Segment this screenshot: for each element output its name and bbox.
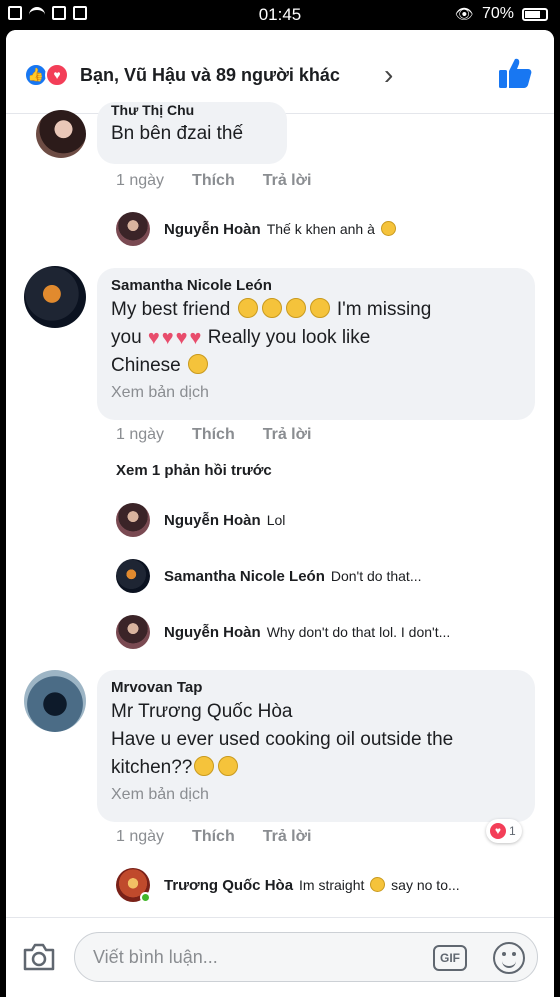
- comment-time: 1 ngày: [116, 828, 165, 845]
- chevron-right-icon[interactable]: ›: [384, 59, 393, 91]
- love-reaction-icon: ♥: [45, 63, 69, 87]
- avatar[interactable]: [116, 503, 150, 537]
- reply-button[interactable]: Trả lời: [263, 172, 312, 190]
- see-previous-replies-link[interactable]: Xem 1 phản hồi trước: [116, 462, 272, 479]
- online-status-dot: [140, 892, 151, 903]
- tired-emoji-icon: [285, 298, 306, 318]
- reply-item: Samantha Nicole León Don't do that...: [116, 559, 422, 593]
- comment-author[interactable]: Mrvovan Tap: [111, 678, 521, 698]
- comment-text-part: Really you look like: [207, 327, 371, 348]
- reply-text-content: Im straight: [299, 877, 365, 893]
- avatar[interactable]: [36, 110, 86, 158]
- comment-input[interactable]: Viết bình luận... GIF: [74, 932, 538, 982]
- reply-author[interactable]: Nguyễn Hoàn: [164, 512, 261, 529]
- broken-heart-icon: ♥: [161, 327, 174, 349]
- comment-text-part: kitchen??: [111, 757, 193, 778]
- comment-text: Mr Trương Quốc Hòa Have u ever used cook…: [111, 698, 521, 782]
- status-bar: 01:45 👁 70%: [0, 0, 560, 30]
- avatar[interactable]: [116, 212, 150, 246]
- comment-bubble[interactable]: Mrvovan Tap Mr Trương Quốc Hòa Have u ev…: [97, 670, 535, 822]
- reply-text: Im straight say no to...: [299, 877, 460, 893]
- reply-item: Nguyễn Hoàn Lol: [116, 503, 285, 537]
- like-button[interactable]: Thích: [192, 172, 235, 190]
- comment-input-placeholder: Viết bình luận...: [93, 947, 218, 967]
- comment-text-part: Mr Trương Quốc Hòa: [111, 701, 293, 722]
- comment-text: Bn bên đzai thế: [111, 123, 244, 144]
- reply-text: Thế k khen anh à: [267, 221, 398, 237]
- comment-actions: 1 ngày Thích Trả lời: [116, 426, 311, 444]
- comment-time: 1 ngày: [116, 172, 165, 189]
- avatar[interactable]: [116, 868, 151, 903]
- comment-composer: Viết bình luận... GIF: [6, 917, 554, 997]
- reply-item: Trương Quốc Hòa Im straight say no to...: [116, 868, 460, 903]
- reply-text-content: Thế k khen anh à: [266, 221, 375, 237]
- like-button[interactable]: Thích: [192, 426, 235, 444]
- reply-author[interactable]: Trương Quốc Hòa: [164, 877, 293, 894]
- avatar[interactable]: [24, 670, 86, 732]
- laughing-emoji-icon: [218, 756, 239, 776]
- reaction-icons: 👍 ♥: [24, 63, 69, 87]
- reply-button[interactable]: Trả lời: [263, 828, 312, 846]
- comment-author[interactable]: Samantha Nicole León: [111, 276, 521, 296]
- laughing-emoji-icon: [380, 221, 396, 236]
- like-button[interactable]: Thích: [192, 828, 235, 846]
- laughing-emoji-icon: [370, 877, 386, 892]
- camera-icon[interactable]: [22, 942, 56, 972]
- broken-heart-icon: ♥: [147, 327, 160, 349]
- laughing-emoji-icon: [188, 354, 208, 374]
- comment-text-part: I'm missing: [336, 299, 432, 320]
- reply-item: Nguyễn Hoàn Why don't do that lol. I don…: [116, 615, 450, 649]
- reply-text: Why don't do that lol. I don't...: [266, 624, 451, 640]
- reaction-count: 1: [509, 824, 516, 838]
- broken-heart-icon: ♥: [175, 327, 188, 349]
- emoji-icon[interactable]: [493, 942, 525, 974]
- battery-icon: [522, 7, 548, 21]
- comment-author[interactable]: Thư Thị Chu: [111, 100, 273, 120]
- comment-text-part: My best friend: [111, 299, 231, 320]
- comment-text: My best friend I'm missing you ♥ ♥ ♥ ♥ Real…: [111, 296, 521, 380]
- reply-text: Lol: [266, 512, 286, 528]
- comment-bubble[interactable]: Samantha Nicole León My best friend I'm …: [97, 268, 535, 420]
- comment-reaction-badge[interactable]: ♥ 1: [486, 819, 522, 843]
- reply-author[interactable]: Samantha Nicole León: [164, 568, 325, 585]
- status-right-icons: 👁 70%: [455, 5, 548, 23]
- reply-item: Nguyễn Hoàn Thế k khen anh à: [116, 212, 398, 246]
- eye-icon: 👁: [454, 6, 474, 23]
- comment-text-part: Have u ever used cooking oil outside the: [111, 729, 454, 750]
- comment-actions: 1 ngày Thích Trả lời: [116, 172, 311, 190]
- reactions-summary[interactable]: Bạn, Vũ Hậu và 89 người khác: [80, 65, 340, 86]
- tired-emoji-icon: [309, 298, 330, 318]
- comment-time: 1 ngày: [116, 426, 165, 443]
- avatar[interactable]: [116, 615, 150, 649]
- avatar[interactable]: [116, 559, 150, 593]
- comment-text-part: you: [111, 327, 142, 348]
- like-thumb-icon[interactable]: [498, 57, 532, 89]
- reply-author[interactable]: Nguyễn Hoàn: [164, 624, 261, 641]
- broken-heart-icon: ♥: [189, 327, 202, 349]
- see-translation-link[interactable]: Xem bản dịch: [111, 782, 521, 808]
- reply-button[interactable]: Trả lời: [263, 426, 312, 444]
- battery-percent: 70%: [481, 5, 514, 22]
- see-translation-link[interactable]: Xem bản dịch: [111, 380, 521, 406]
- comments-sheet: 👍 ♥ Bạn, Vũ Hậu và 89 người khác › Thư T…: [6, 30, 554, 997]
- avatar[interactable]: [24, 266, 86, 328]
- tired-emoji-icon: [261, 298, 282, 318]
- tired-emoji-icon: [237, 298, 258, 318]
- reply-text-content: say no to...: [391, 877, 460, 893]
- reactions-bar[interactable]: 👍 ♥ Bạn, Vũ Hậu và 89 người khác ›: [6, 30, 554, 114]
- laughing-emoji-icon: [194, 756, 215, 776]
- comment-text-part: Chinese: [111, 355, 181, 376]
- reply-author[interactable]: Nguyễn Hoàn: [164, 221, 261, 238]
- love-reaction-icon: ♥: [490, 823, 506, 839]
- gif-button[interactable]: GIF: [433, 945, 467, 971]
- reply-text: Don't do that...: [330, 568, 422, 584]
- comment-bubble[interactable]: Thư Thị Chu Bn bên đzai thế: [97, 102, 287, 164]
- comment-actions: 1 ngày Thích Trả lời: [116, 828, 311, 846]
